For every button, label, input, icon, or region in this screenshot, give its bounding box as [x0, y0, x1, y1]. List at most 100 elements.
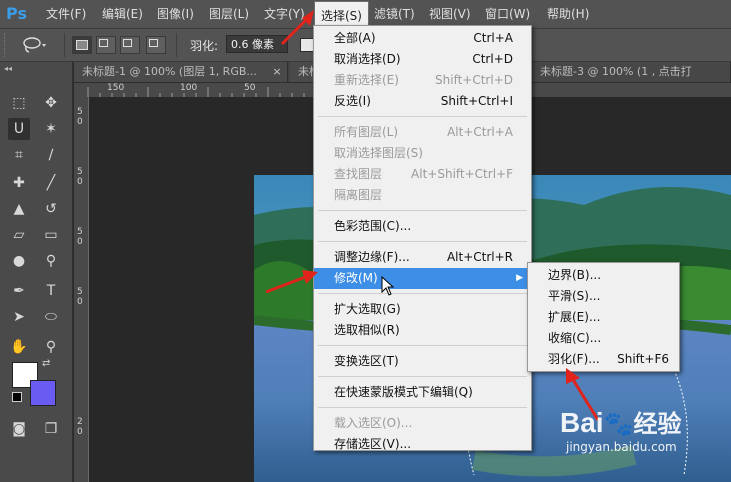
menu-item-shortcut: Alt+Ctrl+R	[446, 250, 513, 264]
baidu-watermark: Bai🐾经验 jingyan.baidu.com	[560, 408, 682, 455]
select-menu-item[interactable]: 选取相似(R)	[314, 320, 531, 341]
menu-item-label: 取消选择(D)	[334, 52, 401, 66]
menu-item-shortcut: Shift+F6	[617, 352, 669, 366]
lasso-preset-icon[interactable]	[20, 36, 50, 54]
select-menu-item[interactable]: 在快速蒙版模式下编辑(Q)	[314, 382, 531, 403]
menu-view[interactable]: 视图(V)	[423, 0, 477, 28]
brush-tool-icon[interactable]: ╱	[40, 172, 62, 194]
menu-item-label: 隔离图层	[334, 188, 383, 202]
ruler-number: 0	[77, 427, 83, 437]
menu-file[interactable]: 文件(F)	[40, 0, 92, 28]
vertical-ruler[interactable]: 5 0 5 0 5 0 5 0 2 0	[74, 97, 89, 482]
menu-layer[interactable]: 图层(L)	[203, 0, 255, 28]
ruler-number: 0	[77, 297, 83, 307]
menu-item-label: 调整边缘(F)...	[334, 250, 410, 264]
screen-mode-icon[interactable]: ❐	[40, 418, 62, 440]
menu-window[interactable]: 窗口(W)	[479, 0, 536, 28]
document-tab-2[interactable]: 未标	[290, 62, 314, 82]
select-menu-item[interactable]: 反选(I) Shift+Ctrl+I	[314, 91, 531, 112]
select-menu-item[interactable]: 所有图层(L) Alt+Ctrl+A	[314, 122, 531, 143]
modify-menu-item[interactable]: 平滑(S)...	[528, 286, 679, 307]
menu-item-label: 存储选区(V)...	[334, 437, 412, 451]
clone-stamp-icon[interactable]: ▲	[8, 198, 30, 220]
select-menu-item[interactable]: 隔离图层	[314, 185, 531, 206]
annotation-arrow-icon	[265, 270, 318, 294]
modify-menu-item[interactable]: 扩展(E)...	[528, 307, 679, 328]
menu-item-shortcut: Alt+Shift+Ctrl+F	[411, 167, 513, 181]
feather-label: 羽化:	[190, 39, 219, 53]
submenu-arrow-icon: ▶	[516, 273, 523, 283]
watermark-brand-2: 经验	[633, 411, 682, 438]
menu-item-shortcut: Shift+Ctrl+D	[435, 73, 513, 87]
blur-tool-icon[interactable]: ●	[8, 250, 30, 272]
modify-menu-item[interactable]: 收缩(C)...	[528, 328, 679, 349]
intersect-selection-button[interactable]	[146, 36, 166, 54]
select-menu-item[interactable]: 存储选区(V)...	[314, 434, 531, 455]
menu-item-shortcut: Shift+Ctrl+I	[440, 94, 513, 108]
select-menu-item[interactable]: 变换选区(T)	[314, 351, 531, 372]
crop-tool-icon[interactable]: ⌗	[8, 144, 30, 166]
menu-item-shortcut: Ctrl+A	[473, 31, 513, 45]
path-selection-icon[interactable]: ➤	[8, 306, 30, 328]
tab-title: 未标题-1 @ 100% (图层 1, RGB...	[82, 65, 257, 78]
menu-help[interactable]: 帮助(H)	[541, 0, 595, 28]
zoom-tool-icon[interactable]: ⚲	[40, 336, 62, 358]
ruler-number: 5	[77, 107, 83, 117]
healing-brush-icon[interactable]: ✚	[8, 172, 30, 194]
menu-item-label: 反选(I)	[334, 94, 371, 108]
quick-mask-icon[interactable]: ◙	[8, 418, 30, 440]
tab-title: 未标题-3 @ 100% (1 , 点击打	[540, 65, 692, 78]
select-menu-item[interactable]: 载入选区(O)...	[314, 413, 531, 434]
pen-tool-icon[interactable]: ✒	[8, 280, 30, 302]
ruler-number: 50	[244, 83, 256, 93]
default-colors-icon[interactable]	[12, 392, 22, 402]
subtract-from-selection-button[interactable]	[120, 36, 140, 54]
menu-item-label: 查找图层	[334, 167, 383, 181]
move-tool-icon[interactable]: ✥	[40, 92, 62, 114]
select-menu-item[interactable]: 调整边缘(F)... Alt+Ctrl+R	[314, 247, 531, 268]
lasso-tool-icon[interactable]: ᑌ	[8, 118, 30, 140]
gradient-tool-icon[interactable]: ▭	[40, 224, 62, 246]
menu-separator	[318, 210, 527, 211]
menu-edit[interactable]: 编辑(E)	[96, 0, 149, 28]
menu-separator	[318, 116, 527, 117]
background-color-swatch[interactable]	[30, 380, 56, 406]
new-selection-button[interactable]	[72, 36, 92, 54]
select-menu-item[interactable]: 全部(A) Ctrl+A	[314, 28, 531, 49]
add-to-selection-button[interactable]	[96, 36, 116, 54]
document-tab-1[interactable]: 未标题-1 @ 100% (图层 1, RGB... ×	[74, 62, 288, 82]
ruler-number: 0	[77, 237, 83, 247]
document-tab-3[interactable]: 未标题-3 @ 100% (1 , 点击打	[532, 62, 731, 82]
menu-image[interactable]: 图像(I)	[151, 0, 200, 28]
type-tool-icon[interactable]: T	[40, 280, 62, 302]
ellipse-tool-icon[interactable]: ⬭	[40, 306, 62, 328]
menu-separator	[318, 241, 527, 242]
eraser-icon[interactable]: ▱	[8, 224, 30, 246]
select-menu-item[interactable]: 重新选择(E) Shift+Ctrl+D	[314, 70, 531, 91]
menu-filter[interactable]: 滤镜(T)	[368, 0, 421, 28]
select-menu-item[interactable]: 取消选择图层(S)	[314, 143, 531, 164]
select-menu-item[interactable]: 修改(M) ▶	[314, 268, 531, 289]
toolbox: ◂◂ ⬚ ✥ ᑌ ✶ ⌗ ∕ ✚ ╱ ▲ ↺ ▱ ▭ ● ⚲ ✒ T ➤ ⬭ ✋…	[0, 62, 73, 482]
menu-item-shortcut: Alt+Ctrl+A	[447, 125, 513, 139]
menu-separator	[318, 407, 527, 408]
close-icon[interactable]: ×	[271, 62, 283, 82]
ruler-number: 5	[77, 167, 83, 177]
collapse-icon[interactable]: ◂◂	[4, 64, 12, 73]
swap-colors-icon[interactable]: ⇄	[42, 358, 50, 369]
history-brush-icon[interactable]: ↺	[40, 198, 62, 220]
ruler-number: 0	[77, 117, 83, 127]
select-menu-item[interactable]: 扩大选取(G)	[314, 299, 531, 320]
rectangular-marquee-icon[interactable]: ⬚	[8, 92, 30, 114]
modify-menu-item[interactable]: 边界(B)...	[528, 265, 679, 286]
select-menu-item[interactable]: 色彩范围(C)...	[314, 216, 531, 237]
dodge-tool-icon[interactable]: ⚲	[40, 250, 62, 272]
menu-item-shortcut: Ctrl+D	[472, 52, 513, 66]
ruler-number: 150	[107, 83, 125, 93]
eyedropper-icon[interactable]: ∕	[40, 144, 62, 166]
magic-wand-icon[interactable]: ✶	[40, 118, 62, 140]
hand-tool-icon[interactable]: ✋	[8, 336, 30, 358]
options-grip[interactable]	[4, 33, 9, 57]
select-menu-item[interactable]: 取消选择(D) Ctrl+D	[314, 49, 531, 70]
select-menu-item[interactable]: 查找图层 Alt+Shift+Ctrl+F	[314, 164, 531, 185]
